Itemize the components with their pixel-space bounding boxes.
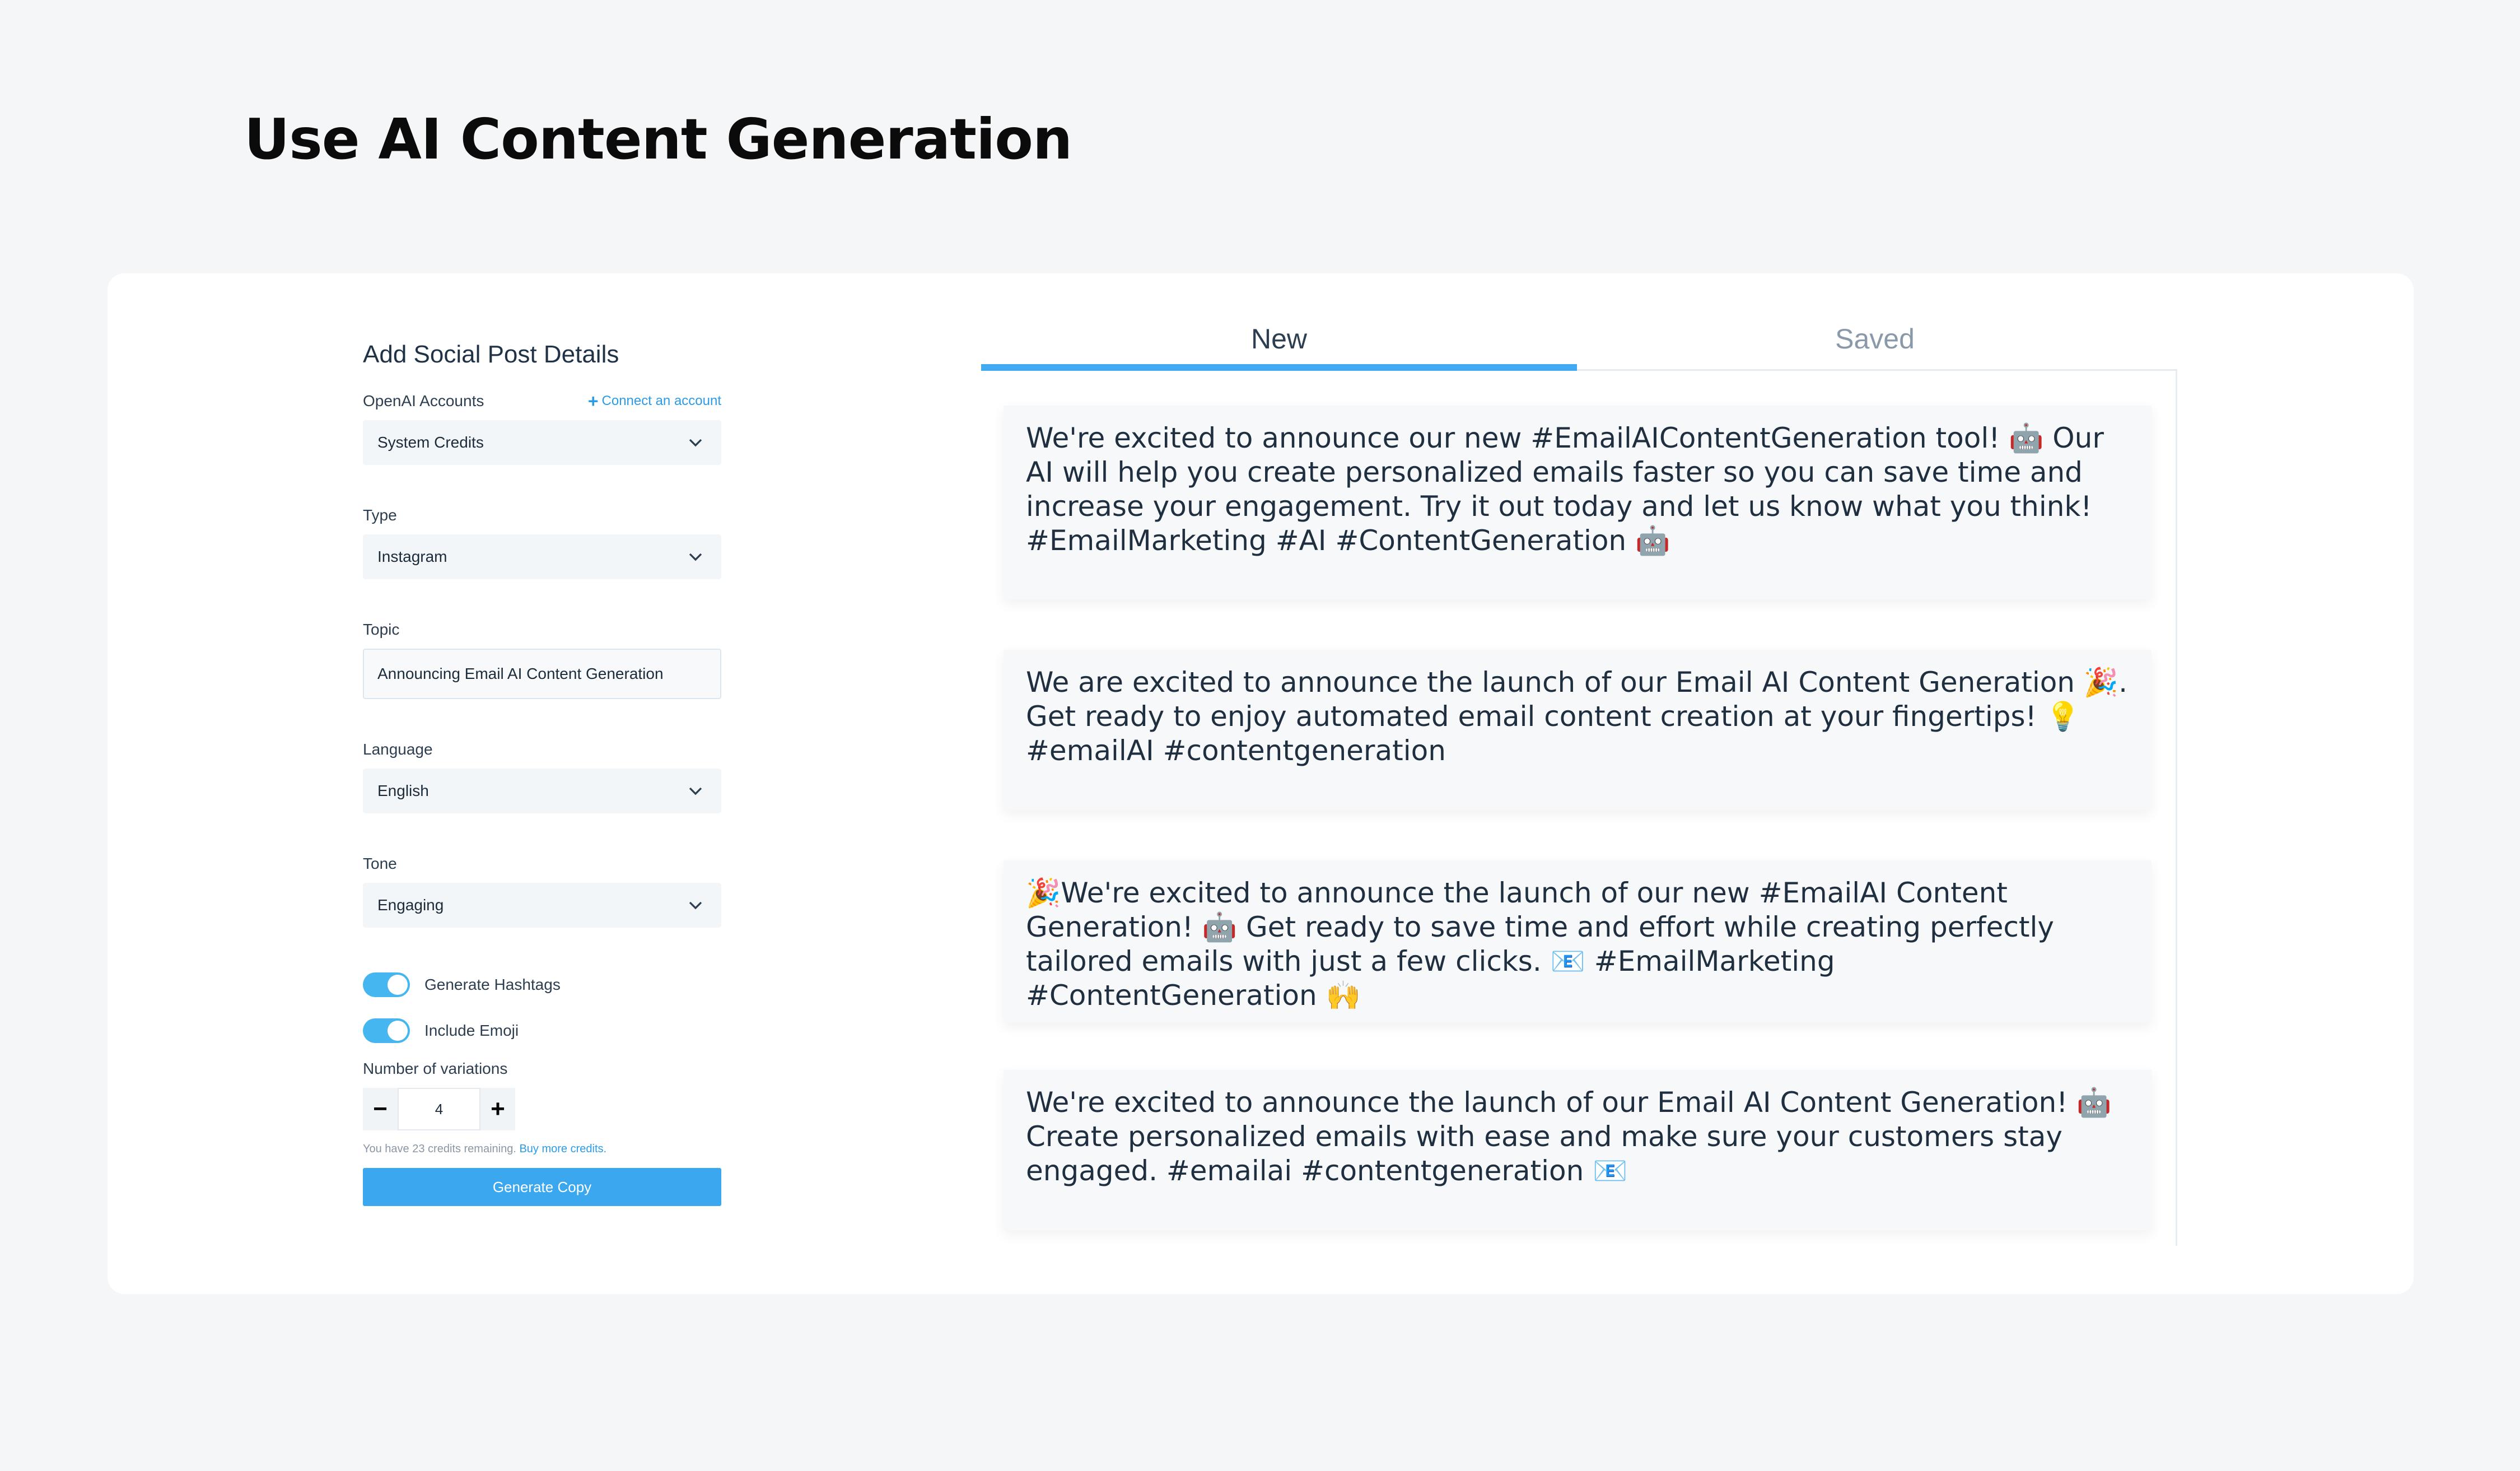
results-tabs: New Saved (981, 307, 2177, 371)
tone-field: Tone Engaging (363, 855, 721, 928)
panel-divider (2176, 371, 2177, 1246)
generate-copy-button[interactable]: Generate Copy (363, 1168, 721, 1206)
topic-field: Topic (363, 621, 721, 699)
social-post-form: Add Social Post Details OpenAI Accounts … (363, 341, 721, 1206)
openai-accounts-label: OpenAI Accounts (363, 392, 484, 409)
form-title: Add Social Post Details (363, 341, 619, 368)
decrement-button[interactable]: − (363, 1088, 398, 1130)
chevron-down-icon (689, 787, 702, 795)
result-text: We're excited to announce the launch of … (1026, 1086, 2112, 1187)
connect-account-label: Connect an account (601, 393, 721, 408)
results-panel: New Saved We're excited to announce our … (981, 307, 2177, 1294)
active-tab-indicator (981, 364, 1577, 371)
connect-account-link[interactable]: + Connect an account (588, 392, 721, 410)
content-card: Add Social Post Details OpenAI Accounts … (108, 273, 2414, 1294)
language-label: Language (363, 741, 433, 758)
type-label: Type (363, 506, 397, 524)
tab-new[interactable]: New (981, 307, 1577, 371)
result-card[interactable]: We're excited to announce our new #Email… (1004, 406, 2152, 599)
variations-value[interactable]: 4 (398, 1088, 480, 1130)
result-text: 🎉We're excited to announce the launch of… (1026, 877, 2054, 1012)
credits-info: You have 23 credits remaining. Buy more … (363, 1143, 721, 1156)
type-select[interactable]: Instagram (363, 534, 721, 579)
tab-saved[interactable]: Saved (1577, 307, 2173, 371)
chevron-down-icon (689, 901, 702, 910)
topic-input[interactable] (363, 649, 721, 699)
hashtags-toggle-label: Generate Hashtags (424, 976, 561, 993)
increment-button[interactable]: + (480, 1088, 515, 1130)
result-card[interactable]: 🎉We're excited to announce the launch of… (1004, 860, 2152, 1023)
result-text: We're excited to announce our new #Email… (1026, 422, 2104, 557)
hashtags-toggle-row: Generate Hashtags (363, 972, 721, 997)
emoji-toggle-label: Include Emoji (424, 1022, 519, 1039)
variations-label: Number of variations (363, 1060, 508, 1077)
tone-label: Tone (363, 855, 397, 872)
language-field: Language English (363, 741, 721, 813)
openai-accounts-select[interactable]: System Credits (363, 420, 721, 465)
page-heading: Use AI Content Generation (244, 106, 1072, 172)
plus-icon: + (587, 391, 599, 411)
buy-credits-link[interactable]: Buy more credits. (519, 1143, 606, 1155)
hashtags-toggle[interactable] (363, 972, 410, 997)
variations-stepper: − 4 + (363, 1088, 721, 1130)
chevron-down-icon (689, 439, 702, 447)
type-value: Instagram (377, 548, 447, 565)
openai-accounts-value: System Credits (377, 434, 484, 451)
result-text: We are excited to announce the launch of… (1026, 666, 2128, 767)
result-card[interactable]: We're excited to announce the launch of … (1004, 1070, 2152, 1230)
language-value: English (377, 782, 429, 799)
openai-accounts-field: OpenAI Accounts + Connect an account Sys… (363, 392, 721, 465)
language-select[interactable]: English (363, 769, 721, 813)
tone-value: Engaging (377, 896, 444, 914)
emoji-toggle-row: Include Emoji (363, 1018, 721, 1043)
topic-label: Topic (363, 621, 400, 638)
chevron-down-icon (689, 553, 702, 561)
type-field: Type Instagram (363, 506, 721, 579)
tone-select[interactable]: Engaging (363, 883, 721, 928)
emoji-toggle[interactable] (363, 1018, 410, 1043)
credits-text: You have 23 credits remaining. (363, 1143, 516, 1155)
result-card[interactable]: We are excited to announce the launch of… (1004, 650, 2152, 810)
